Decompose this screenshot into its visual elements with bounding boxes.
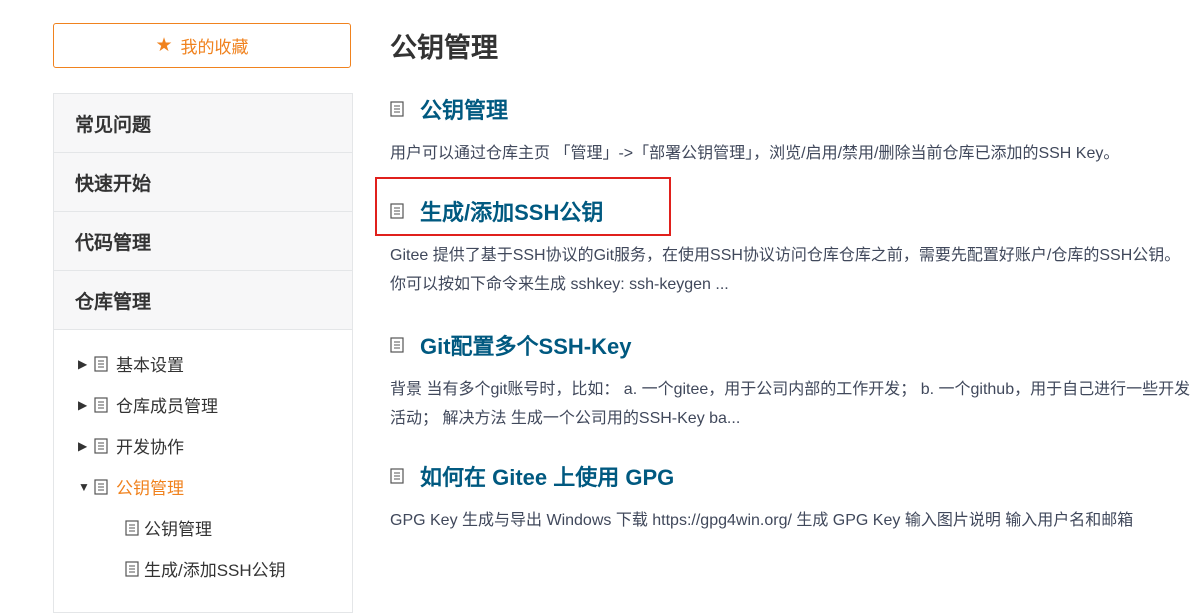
tree-item-basic-settings[interactable]: ▶ 基本设置 [54, 343, 352, 384]
caret-down-icon: ▼ [78, 479, 90, 494]
caret-right-icon: ▶ [78, 397, 88, 412]
result-title[interactable]: Git配置多个SSH-Key [420, 329, 631, 361]
result-title[interactable]: 生成/添加SSH公钥 [420, 195, 603, 227]
my-favorites-label: 我的收藏 [180, 38, 249, 57]
category-code-management[interactable]: 代码管理 [54, 212, 352, 271]
document-icon [125, 518, 139, 538]
category-repo-management[interactable]: 仓库管理 [54, 271, 352, 330]
docs-menu: 常见问题 快速开始 代码管理 仓库管理 ▶ 基本设置 ▶ 仓库成员管理 ▶ 开发… [53, 93, 353, 613]
search-result: 公钥管理 用户可以通过仓库主页 「管理」->「部署公钥管理」，浏览/启用/禁用/… [390, 93, 1197, 168]
result-description: Gitee 提供了基于SSH协议的Git服务，在使用SSH协议访问仓库仓库之前，… [390, 247, 1181, 293]
caret-right-icon: ▶ [78, 356, 88, 371]
result-link[interactable]: Git配置多个SSH-Key [390, 329, 1197, 361]
document-icon [390, 100, 406, 118]
repo-management-tree: ▶ 基本设置 ▶ 仓库成员管理 ▶ 开发协作 ▼ 公钥管理 公钥管理 生成/添加… [54, 330, 352, 589]
category-faq[interactable]: 常见问题 [54, 94, 352, 153]
tree-item-public-key-management[interactable]: ▼ 公钥管理 [54, 466, 352, 507]
category-quick-start[interactable]: 快速开始 [54, 153, 352, 212]
tree-item-label: 开发协作 [116, 438, 184, 457]
search-result: 生成/添加SSH公钥 Gitee 提供了基于SSH协议的Git服务，在使用SSH… [390, 195, 1197, 299]
result-link[interactable]: 公钥管理 [390, 93, 1197, 125]
result-title[interactable]: 如何在 Gitee 上使用 GPG [420, 460, 674, 492]
tree-item-dev-collaboration[interactable]: ▶ 开发协作 [54, 425, 352, 466]
document-icon [390, 467, 406, 485]
tree-item-label: 公钥管理 [116, 479, 184, 498]
caret-right-icon: ▶ [78, 438, 88, 453]
result-description: 背景 当有多个git账号时，比如： a. 一个gitee，用于公司内部的工作开发… [390, 381, 1191, 427]
search-result: 如何在 Gitee 上使用 GPG GPG Key 生成与导出 Windows … [390, 460, 1197, 535]
document-icon [94, 354, 108, 374]
tree-subitem-generate-ssh-key[interactable]: 生成/添加SSH公钥 [54, 548, 352, 589]
document-icon [125, 559, 139, 579]
tree-item-label: 仓库成员管理 [116, 397, 218, 416]
result-link[interactable]: 如何在 Gitee 上使用 GPG [390, 460, 1197, 492]
result-link[interactable]: 生成/添加SSH公钥 [390, 195, 1197, 227]
document-icon [94, 436, 108, 456]
document-icon [390, 336, 406, 354]
result-description: GPG Key 生成与导出 Windows 下载 https://gpg4win… [390, 512, 1134, 529]
search-result: Git配置多个SSH-Key 背景 当有多个git账号时，比如： a. 一个gi… [390, 329, 1197, 433]
document-icon [390, 202, 406, 220]
tree-subitem-public-key-management[interactable]: 公钥管理 [54, 507, 352, 548]
tree-subitem-label: 生成/添加SSH公钥 [144, 561, 286, 580]
my-favorites-button[interactable]: ★ 我的收藏 [53, 23, 351, 68]
result-title[interactable]: 公钥管理 [420, 93, 508, 125]
document-icon [94, 395, 108, 415]
document-icon [94, 477, 108, 497]
result-description: 用户可以通过仓库主页 「管理」->「部署公钥管理」，浏览/启用/禁用/删除当前仓… [390, 145, 1120, 162]
page-title: 公钥管理 [390, 33, 498, 63]
tree-item-label: 基本设置 [116, 356, 184, 375]
tree-item-repo-members[interactable]: ▶ 仓库成员管理 [54, 384, 352, 425]
star-icon: ★ [155, 35, 173, 56]
tree-subitem-label: 公钥管理 [144, 520, 212, 539]
